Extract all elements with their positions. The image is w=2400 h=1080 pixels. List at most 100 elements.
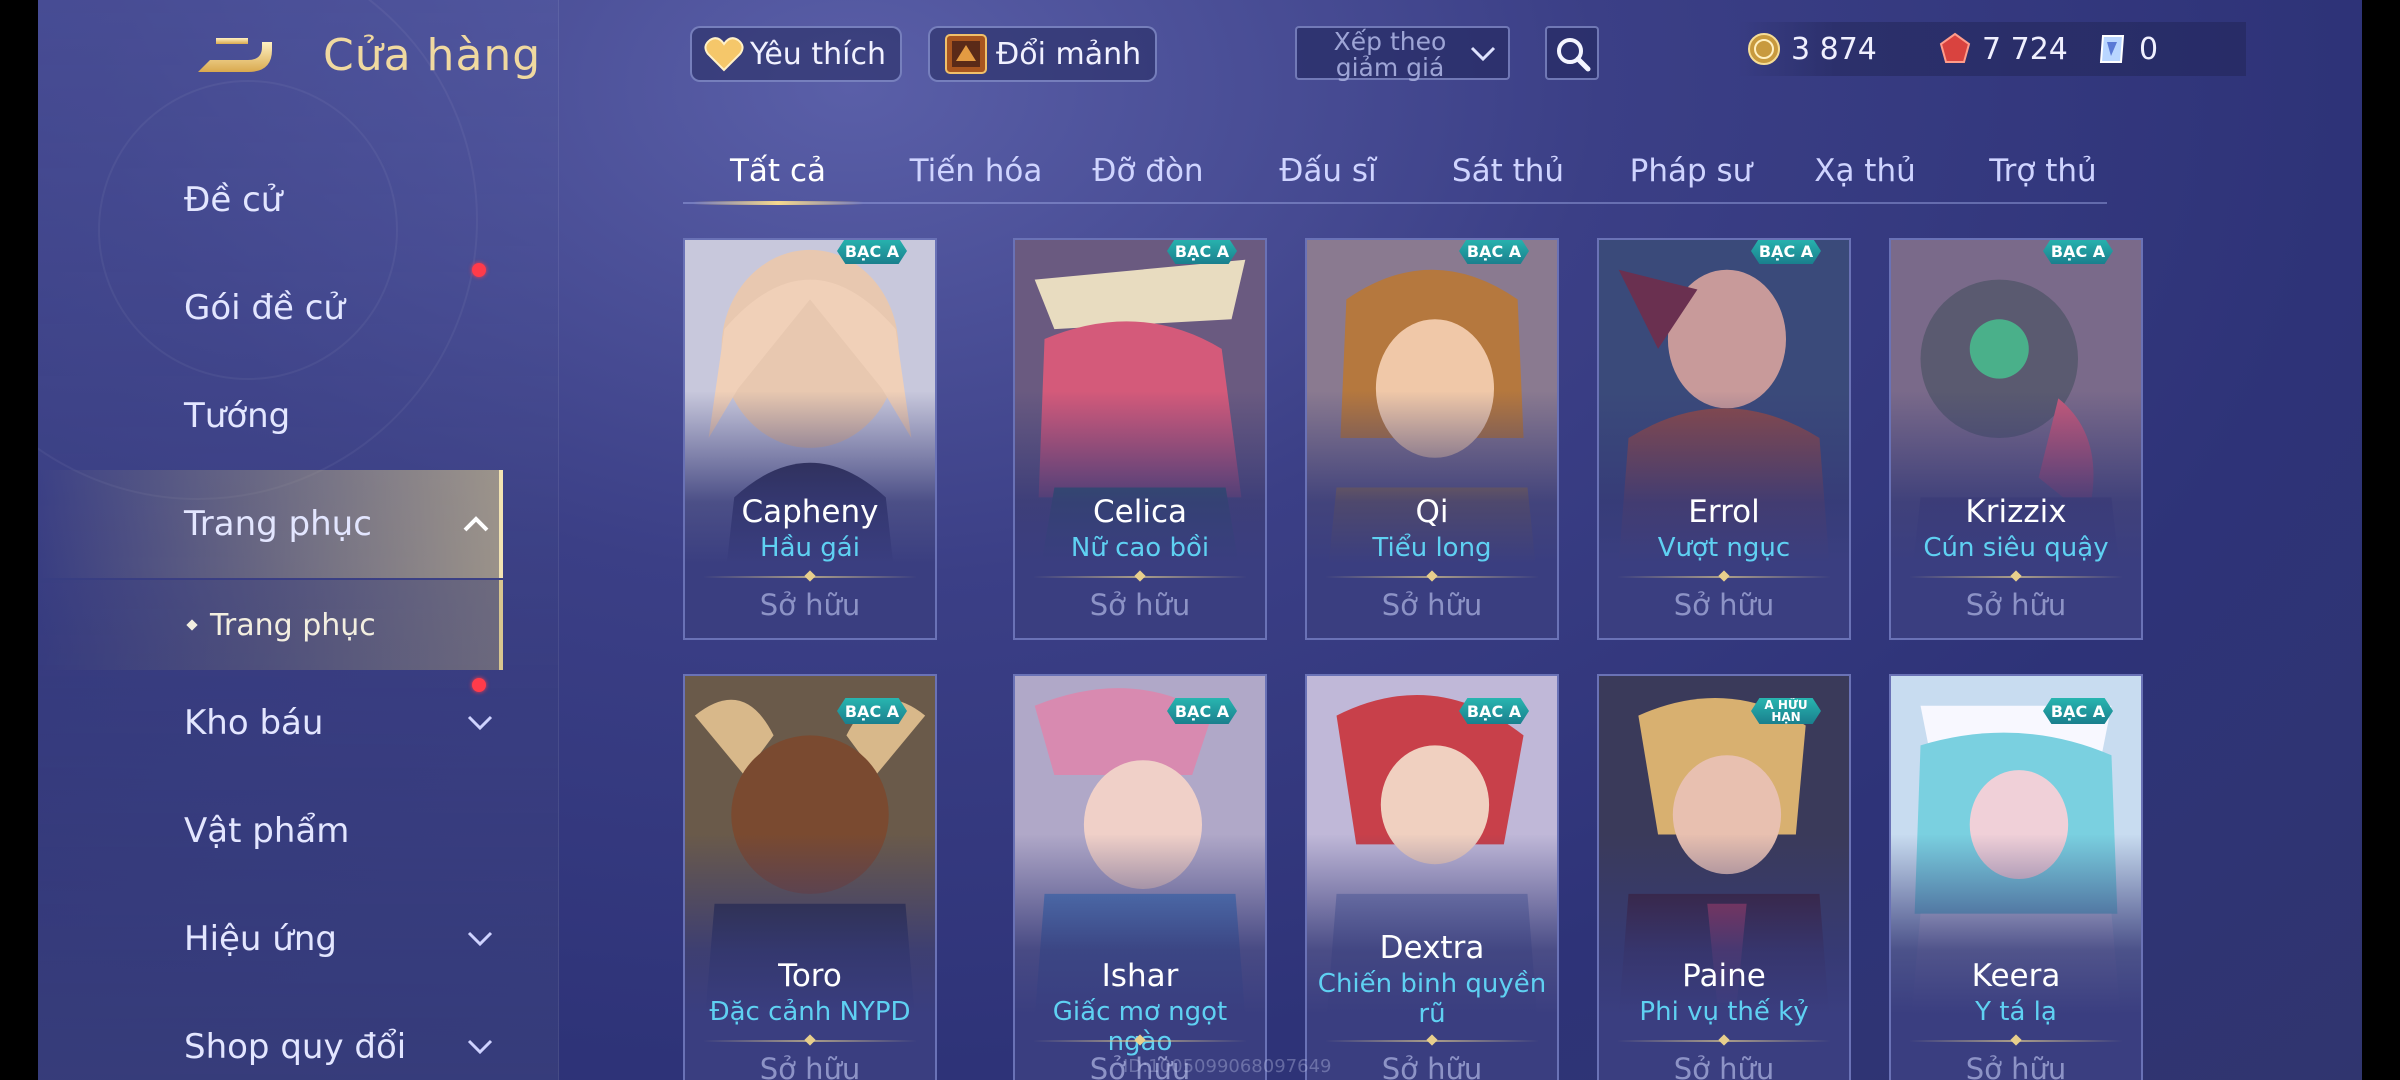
notification-dot — [472, 263, 486, 277]
card-divider — [1909, 1040, 2123, 1042]
hero-name: Capheny — [741, 494, 879, 530]
shop-screen: Cửa hàng Yêu thích Đổi mảnh Xếp theo giả… — [38, 0, 2362, 1080]
tab-tank[interactable]: Đỡ đòn — [1083, 140, 1213, 202]
owned-status: Sở hữu — [1673, 1052, 1775, 1080]
tab-mage[interactable]: Pháp sư — [1621, 140, 1761, 202]
hero-name: Celica — [1093, 494, 1187, 530]
tab-evolution[interactable]: Tiến hóa — [901, 140, 1051, 202]
skin-card[interactable]: BẠC A Toro Đặc cảnh NYPD Sở hữu — [683, 674, 937, 1080]
owned-status: Sở hữu — [1089, 588, 1191, 622]
rank-badge: BẠC A — [1751, 240, 1821, 264]
card-divider — [1325, 1040, 1539, 1042]
back-arrow-icon — [198, 38, 272, 72]
gold-currency: 3 874 — [1747, 22, 1877, 76]
owned-status: Sở hữu — [1965, 588, 2067, 622]
skin-name: Cún siêu quậy — [1923, 533, 2109, 563]
chevron-down-icon — [1470, 46, 1496, 62]
search-button[interactable] — [1545, 26, 1599, 80]
sidebar-item-exchange-shop[interactable]: Shop quy đổi — [38, 993, 503, 1080]
card-divider — [1033, 576, 1247, 578]
gold-coin-icon — [1748, 33, 1780, 65]
skin-name: Hầu gái — [760, 533, 860, 563]
sidebar-item-label: Gói đề cử — [184, 288, 345, 328]
tab-fighter[interactable]: Đấu sĩ — [1263, 140, 1393, 202]
owned-status: Sở hữu — [1381, 588, 1483, 622]
hero-name: Keera — [1971, 958, 2061, 994]
skin-name: Nữ cao bồi — [1070, 533, 1210, 563]
hero-name: Krizzix — [1965, 494, 2067, 530]
skin-card[interactable]: BẠC A Errol Vượt ngục Sở hữu — [1597, 238, 1851, 640]
sidebar-item-label: Trang phục — [184, 504, 372, 544]
shard-currency: 0 — [2095, 22, 2158, 76]
sidebar-item-label: Shop quy đổi — [184, 1027, 407, 1067]
diamond-bullet-icon — [186, 619, 198, 631]
notification-dot — [472, 678, 486, 692]
sidebar-item-label: Kho báu — [184, 703, 324, 743]
sidebar-item-label: Tướng — [184, 396, 291, 436]
favorites-button[interactable]: Yêu thích — [690, 26, 902, 82]
chevron-down-icon — [467, 715, 493, 731]
sort-dropdown[interactable]: Xếp theo giảm giá — [1295, 26, 1510, 82]
rank-badge: BẠC A — [837, 698, 907, 724]
card-divider — [1617, 1040, 1831, 1042]
voucher-amount: 7 724 — [1982, 31, 2068, 67]
shard-box-icon — [945, 34, 987, 74]
sidebar-item-treasure[interactable]: Kho báu — [38, 669, 503, 777]
sidebar-item-effects[interactable]: Hiệu ứng — [38, 885, 503, 993]
owned-status: Sở hữu — [1965, 1052, 2067, 1080]
chevron-down-icon — [467, 931, 493, 947]
tab-all[interactable]: Tất cả — [693, 140, 863, 205]
hero-name: Dextra — [1379, 930, 1485, 966]
rank-badge: BẠC A — [2043, 240, 2113, 264]
rank-badge: BẠC A — [1459, 698, 1529, 724]
sidebar-item-recommended-packs[interactable]: Gói đề cử — [38, 254, 503, 362]
owned-status: Sở hữu — [1673, 588, 1775, 622]
voucher-currency: 7 724 — [1938, 22, 2068, 76]
skin-name: Vượt ngục — [1657, 533, 1791, 563]
sidebar-item-items[interactable]: Vật phẩm — [38, 777, 503, 885]
owned-status: Sở hữu — [759, 1052, 861, 1080]
crystal-shard-icon — [2099, 35, 2125, 63]
skin-card[interactable]: BẠC A Capheny Hầu gái Sở hữu — [683, 238, 937, 640]
favorites-label: Yêu thích — [750, 36, 886, 72]
skin-card[interactable]: BẠC A Celica Nữ cao bồi Sở hữu — [1013, 238, 1267, 640]
skin-card[interactable]: BẠC A Ishar Giấc mơ ngọt ngào Sở hữu — [1013, 674, 1267, 1080]
skin-name: Chiến binh quyền rũ — [1317, 969, 1547, 1029]
sidebar-item-skins[interactable]: Trang phục — [38, 470, 503, 578]
skin-card[interactable]: A HỮU HẠN Paine Phi vụ thế kỷ Sở hữu — [1597, 674, 1851, 1080]
skin-name: Phi vụ thế kỷ — [1639, 997, 1809, 1027]
tab-support[interactable]: Trợ thủ — [1978, 140, 2108, 202]
shard-amount: 0 — [2139, 31, 2159, 67]
hero-name: Ishar — [1101, 958, 1179, 994]
sort-dropdown-label: Xếp theo giảm giá — [1333, 27, 1447, 82]
chevron-down-icon — [467, 1039, 493, 1055]
sidebar-item-recommended[interactable]: Đề cử — [38, 146, 503, 254]
rank-badge: BẠC A — [837, 240, 907, 264]
card-divider — [703, 1040, 917, 1042]
user-id-watermark: ID:1005099068097649 — [1123, 1056, 1332, 1077]
skin-card[interactable]: BẠC A Keera Y tá lạ Sở hữu — [1889, 674, 2143, 1080]
hero-name: Qi — [1415, 494, 1449, 530]
sidebar-item-heroes[interactable]: Tướng — [38, 362, 503, 470]
sidebar-item-label: Vật phẩm — [184, 811, 350, 851]
sidebar-item-label: Hiệu ứng — [184, 919, 337, 959]
back-button[interactable] — [188, 30, 278, 90]
exchange-shards-label: Đổi mảnh — [996, 36, 1142, 72]
rank-badge: BẠC A — [2043, 698, 2113, 724]
tab-assassin[interactable]: Sát thủ — [1443, 140, 1573, 202]
tab-marksman[interactable]: Xạ thủ — [1800, 140, 1930, 202]
category-tabs: Tất cả Tiến hóa Đỡ đòn Đấu sĩ Sát thủ Ph… — [683, 140, 2108, 205]
skin-name: Y tá lạ — [1975, 997, 2057, 1027]
skin-name: Đặc cảnh NYPD — [709, 997, 911, 1027]
skin-card[interactable]: BẠC A Qi Tiểu long Sở hữu — [1305, 238, 1559, 640]
sidebar-subitem-skins[interactable]: Trang phục — [38, 580, 503, 670]
exchange-shards-button[interactable]: Đổi mảnh — [928, 26, 1158, 82]
card-divider — [1325, 576, 1539, 578]
skin-name: Tiểu long — [1372, 533, 1492, 563]
skin-card[interactable]: BẠC A Dextra Chiến binh quyền rũ Sở hữu — [1305, 674, 1559, 1080]
hero-name: Paine — [1682, 958, 1766, 994]
sidebar-subitem-label: Trang phục — [210, 607, 376, 643]
currency-bar: 3 874 7 724 0 — [1738, 22, 2246, 76]
skin-card[interactable]: BẠC A Krizzix Cún siêu quậy Sở hữu — [1889, 238, 2143, 640]
hero-name: Errol — [1688, 494, 1760, 530]
